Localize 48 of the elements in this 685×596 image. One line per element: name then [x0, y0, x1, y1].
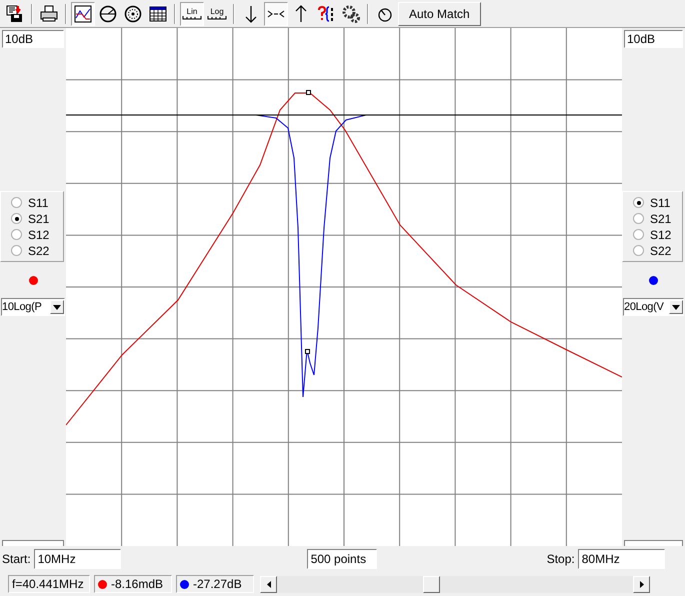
ruler-icon — [182, 16, 202, 20]
dropdown-arrow-icon — [53, 304, 61, 310]
ruler-icon — [207, 16, 227, 20]
save-icon — [6, 4, 24, 22]
reading-value: -27.27dB — [193, 577, 242, 591]
format-dropdown[interactable]: 20Log(V — [623, 298, 684, 316]
marker[interactable] — [306, 90, 311, 95]
narrow-arrows-icon — [267, 8, 285, 18]
stop-label: Stop: — [546, 552, 575, 566]
table-icon — [149, 4, 167, 22]
down-arrow-icon — [245, 4, 257, 22]
dropdown-arrow-icon — [672, 304, 680, 310]
line-chart-button[interactable] — [71, 2, 95, 26]
knob-icon — [377, 6, 393, 22]
parameter-radio[interactable]: S12 — [11, 228, 63, 241]
horizontal-scrollbar[interactable] — [260, 576, 650, 592]
scale-field[interactable]: 10dB — [2, 30, 64, 48]
up-arrow-icon — [295, 4, 307, 22]
help-icon — [317, 4, 335, 22]
parameter-radio[interactable]: S11 — [11, 196, 63, 209]
line-chart-icon — [74, 4, 92, 22]
narrow-arrows-button[interactable] — [264, 2, 288, 26]
parameter-radio[interactable]: S12 — [633, 228, 682, 241]
reading-value: -8.16mdB — [111, 577, 164, 591]
scale-field[interactable] — [624, 540, 683, 546]
print-icon — [40, 4, 58, 22]
scale-field[interactable]: 10dB — [624, 30, 683, 48]
parameter-radio[interactable]: S21 — [11, 212, 63, 225]
scale-button[interactable]: Lin — [180, 2, 204, 26]
points-field[interactable]: 500 points — [306, 549, 377, 569]
marker[interactable] — [305, 349, 310, 354]
parameter-radio[interactable]: S22 — [633, 244, 682, 257]
parameter-radio[interactable]: S22 — [11, 244, 63, 257]
left-arrow-icon — [266, 580, 270, 588]
parameter-radio[interactable]: S21 — [633, 212, 682, 225]
polar-chart-icon — [99, 4, 117, 22]
right-arrow-icon — [640, 580, 644, 588]
parameter-radio[interactable]: S11 — [633, 196, 682, 209]
smith-chart-icon — [124, 4, 142, 22]
start-label: Start: — [2, 552, 31, 566]
scroll-thumb[interactable] — [423, 576, 440, 592]
stop-field[interactable]: 80MHz — [578, 549, 665, 569]
scale-field[interactable] — [2, 540, 64, 546]
auto-match-button[interactable]: Auto Match — [398, 2, 481, 26]
start-field[interactable]: 10MHz — [34, 549, 121, 569]
frequency-readout: f=40.441MHz — [8, 575, 90, 593]
gear-icon — [342, 4, 360, 22]
format-dropdown[interactable]: 10Log(P — [1, 298, 65, 316]
